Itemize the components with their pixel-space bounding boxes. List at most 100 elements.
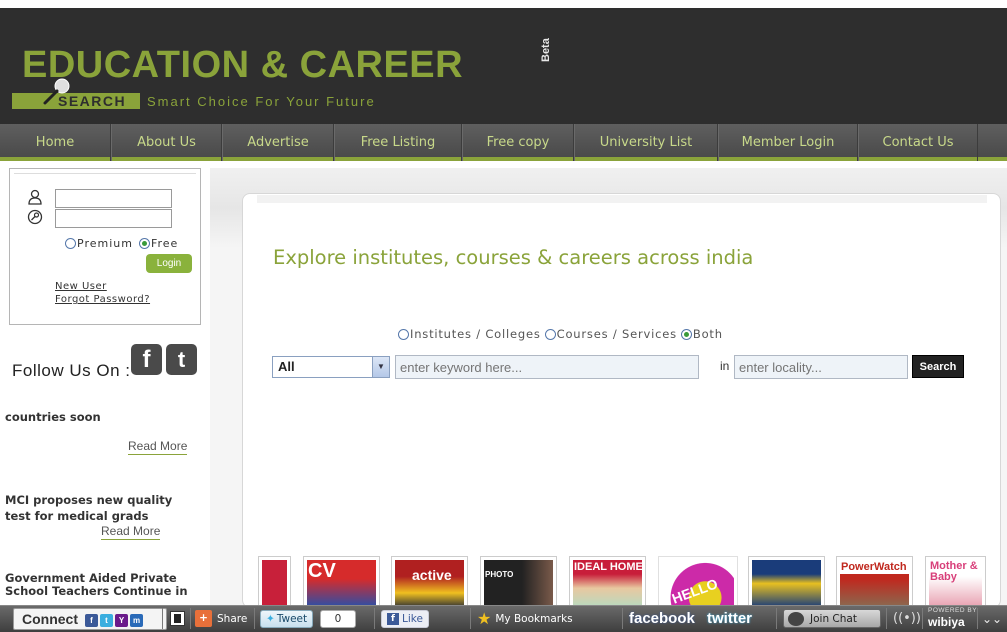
- magazine-cover-8[interactable]: PowerWatch: [836, 556, 913, 608]
- share-button[interactable]: + Share: [195, 608, 247, 629]
- radio-premium[interactable]: [65, 238, 76, 249]
- magazine-cover-1[interactable]: [258, 556, 291, 608]
- radio-courses-label: Courses / Services: [556, 327, 677, 341]
- magazine-cover-5[interactable]: IDEAL HOME: [569, 556, 646, 608]
- search-headline: Explore institutes, courses & careers ac…: [273, 246, 754, 269]
- magazine-cover-9[interactable]: Mother & Baby: [925, 556, 986, 608]
- read-more-link-2[interactable]: Read More: [101, 524, 161, 540]
- yahoo-mini-icon[interactable]: Y: [115, 614, 128, 627]
- toolbar-separator: [374, 608, 375, 629]
- top-strip: [0, 0, 1007, 8]
- radio-free[interactable]: [138, 238, 150, 249]
- radio-institutes[interactable]: [398, 328, 409, 340]
- twitter-icon[interactable]: t: [166, 344, 197, 375]
- magazine-cover-image: [262, 560, 287, 607]
- powered-by-label: POWERED BY: [928, 607, 978, 614]
- radio-courses[interactable]: [544, 328, 556, 340]
- news-title-2[interactable]: MCI proposes new quality test for medica…: [5, 492, 200, 524]
- my-bookmarks-button[interactable]: ★ My Bookmarks: [477, 608, 573, 629]
- facebook-icon[interactable]: f: [131, 344, 162, 375]
- toolbar-separator: [977, 608, 978, 629]
- toolbar-separator: [254, 608, 255, 629]
- broadcast-icon[interactable]: ((•)): [893, 608, 921, 629]
- magazine-cover-image: [752, 560, 821, 607]
- nav-item-member-login[interactable]: Member Login: [718, 124, 858, 161]
- radio-both-label: Both: [692, 327, 723, 341]
- facebook-logo-link[interactable]: facebook: [629, 608, 695, 629]
- share-label: Share: [217, 612, 248, 625]
- keyword-input[interactable]: [395, 355, 699, 379]
- toolbar-separator: [190, 608, 191, 629]
- toolbar-separator: [162, 608, 163, 629]
- bookmarks-label: My Bookmarks: [495, 612, 573, 625]
- news-title-3[interactable]: Government Aided Private School Teachers…: [5, 572, 200, 598]
- twitter-bird-icon: ✦: [266, 613, 275, 625]
- collapse-toolbar-icon[interactable]: ⌄⌄: [982, 608, 1002, 629]
- follow-us-label: Follow Us On :: [12, 361, 131, 380]
- connect-box[interactable]: Connect f t Y m: [13, 608, 167, 630]
- star-icon: ★: [477, 609, 492, 628]
- logo-title[interactable]: EDUCATION & CAREER: [22, 46, 463, 84]
- magazine-cover-7[interactable]: [748, 556, 825, 608]
- nav-item-about-us[interactable]: About Us: [111, 124, 222, 161]
- chevron-down-icon[interactable]: ▼: [372, 357, 389, 377]
- login-button[interactable]: Login: [146, 254, 192, 273]
- magazine-title-8: PowerWatch: [841, 561, 907, 573]
- locality-input[interactable]: [734, 355, 908, 379]
- toolbar-separator: [922, 608, 923, 629]
- magazine-cover-3[interactable]: active: [391, 556, 468, 608]
- username-input[interactable]: [55, 189, 172, 208]
- read-more-link-1[interactable]: Read More: [128, 439, 188, 455]
- in-label: in: [720, 359, 730, 373]
- password-input[interactable]: [55, 209, 172, 228]
- radio-premium-label: Premium: [77, 237, 133, 250]
- like-label: Like: [402, 613, 423, 625]
- magazine-title-2: CV: [308, 560, 336, 582]
- join-chat-button[interactable]: Join Chat: [783, 609, 881, 628]
- nav-item-contact-us[interactable]: Contact Us: [858, 124, 978, 161]
- facebook-mini-icon[interactable]: f: [85, 614, 98, 627]
- news-title-1[interactable]: countries soon: [5, 409, 200, 425]
- magazine-cover-6[interactable]: HELLO: [658, 556, 738, 608]
- join-chat-label: Join Chat: [810, 612, 857, 625]
- magazine-title-9: Mother & Baby: [930, 560, 978, 583]
- category-select[interactable]: All ▼: [272, 356, 390, 378]
- nav-item-free-listing[interactable]: Free Listing: [334, 124, 462, 161]
- nav-item-university-list[interactable]: University List: [574, 124, 718, 161]
- user-icon: [28, 189, 42, 205]
- connect-label: Connect: [22, 611, 78, 627]
- radio-both[interactable]: [680, 328, 692, 340]
- tweet-label: Tweet: [276, 613, 308, 625]
- magazine-cover-4[interactable]: PHOTO: [480, 556, 557, 608]
- new-user-link[interactable]: New User: [55, 281, 107, 292]
- facebook-like-icon: f: [387, 613, 399, 625]
- search-button[interactable]: Search: [912, 355, 964, 378]
- bookmark-toggle-icon[interactable]: [168, 608, 187, 629]
- messenger-mini-icon[interactable]: m: [130, 614, 143, 627]
- toolbar-separator: [622, 608, 623, 629]
- toolbar-separator: [470, 608, 471, 629]
- magazine-title-5: IDEAL HOME: [574, 561, 643, 573]
- facebook-like-button[interactable]: f Like: [381, 610, 429, 628]
- magazine-cover-image: [484, 560, 553, 607]
- tweet-button[interactable]: ✦ Tweet: [260, 610, 314, 628]
- forgot-password-link[interactable]: Forgot Password?: [55, 294, 150, 305]
- radio-free-label: Free: [150, 237, 179, 250]
- logo-beta-label: Beta: [540, 38, 552, 62]
- wibiya-logo[interactable]: wibiya: [928, 615, 965, 629]
- card-top-band: [257, 195, 987, 203]
- magazine-title-3: active: [412, 567, 452, 583]
- nav-item-free-copy[interactable]: Free copy: [462, 124, 574, 161]
- key-icon: [27, 209, 43, 225]
- membership-radio-group: Premium Free: [65, 237, 178, 250]
- page: EDUCATION & CAREER Beta SEARCH Smart Cho…: [0, 0, 1007, 632]
- search-type-radio-group: Institutes / Colleges Courses / Services…: [398, 327, 727, 341]
- twitter-mini-icon[interactable]: t: [100, 614, 113, 627]
- magazine-cover-2[interactable]: CV: [303, 556, 380, 608]
- nav-item-home[interactable]: Home: [0, 124, 111, 161]
- nav-item-advertise[interactable]: Advertise: [222, 124, 334, 161]
- chat-bubble-icon: [788, 611, 804, 626]
- logo-tagline: Smart Choice For Your Future: [147, 94, 376, 109]
- toolbar-separator: [776, 608, 777, 629]
- twitter-logo-link[interactable]: twitter: [707, 608, 752, 629]
